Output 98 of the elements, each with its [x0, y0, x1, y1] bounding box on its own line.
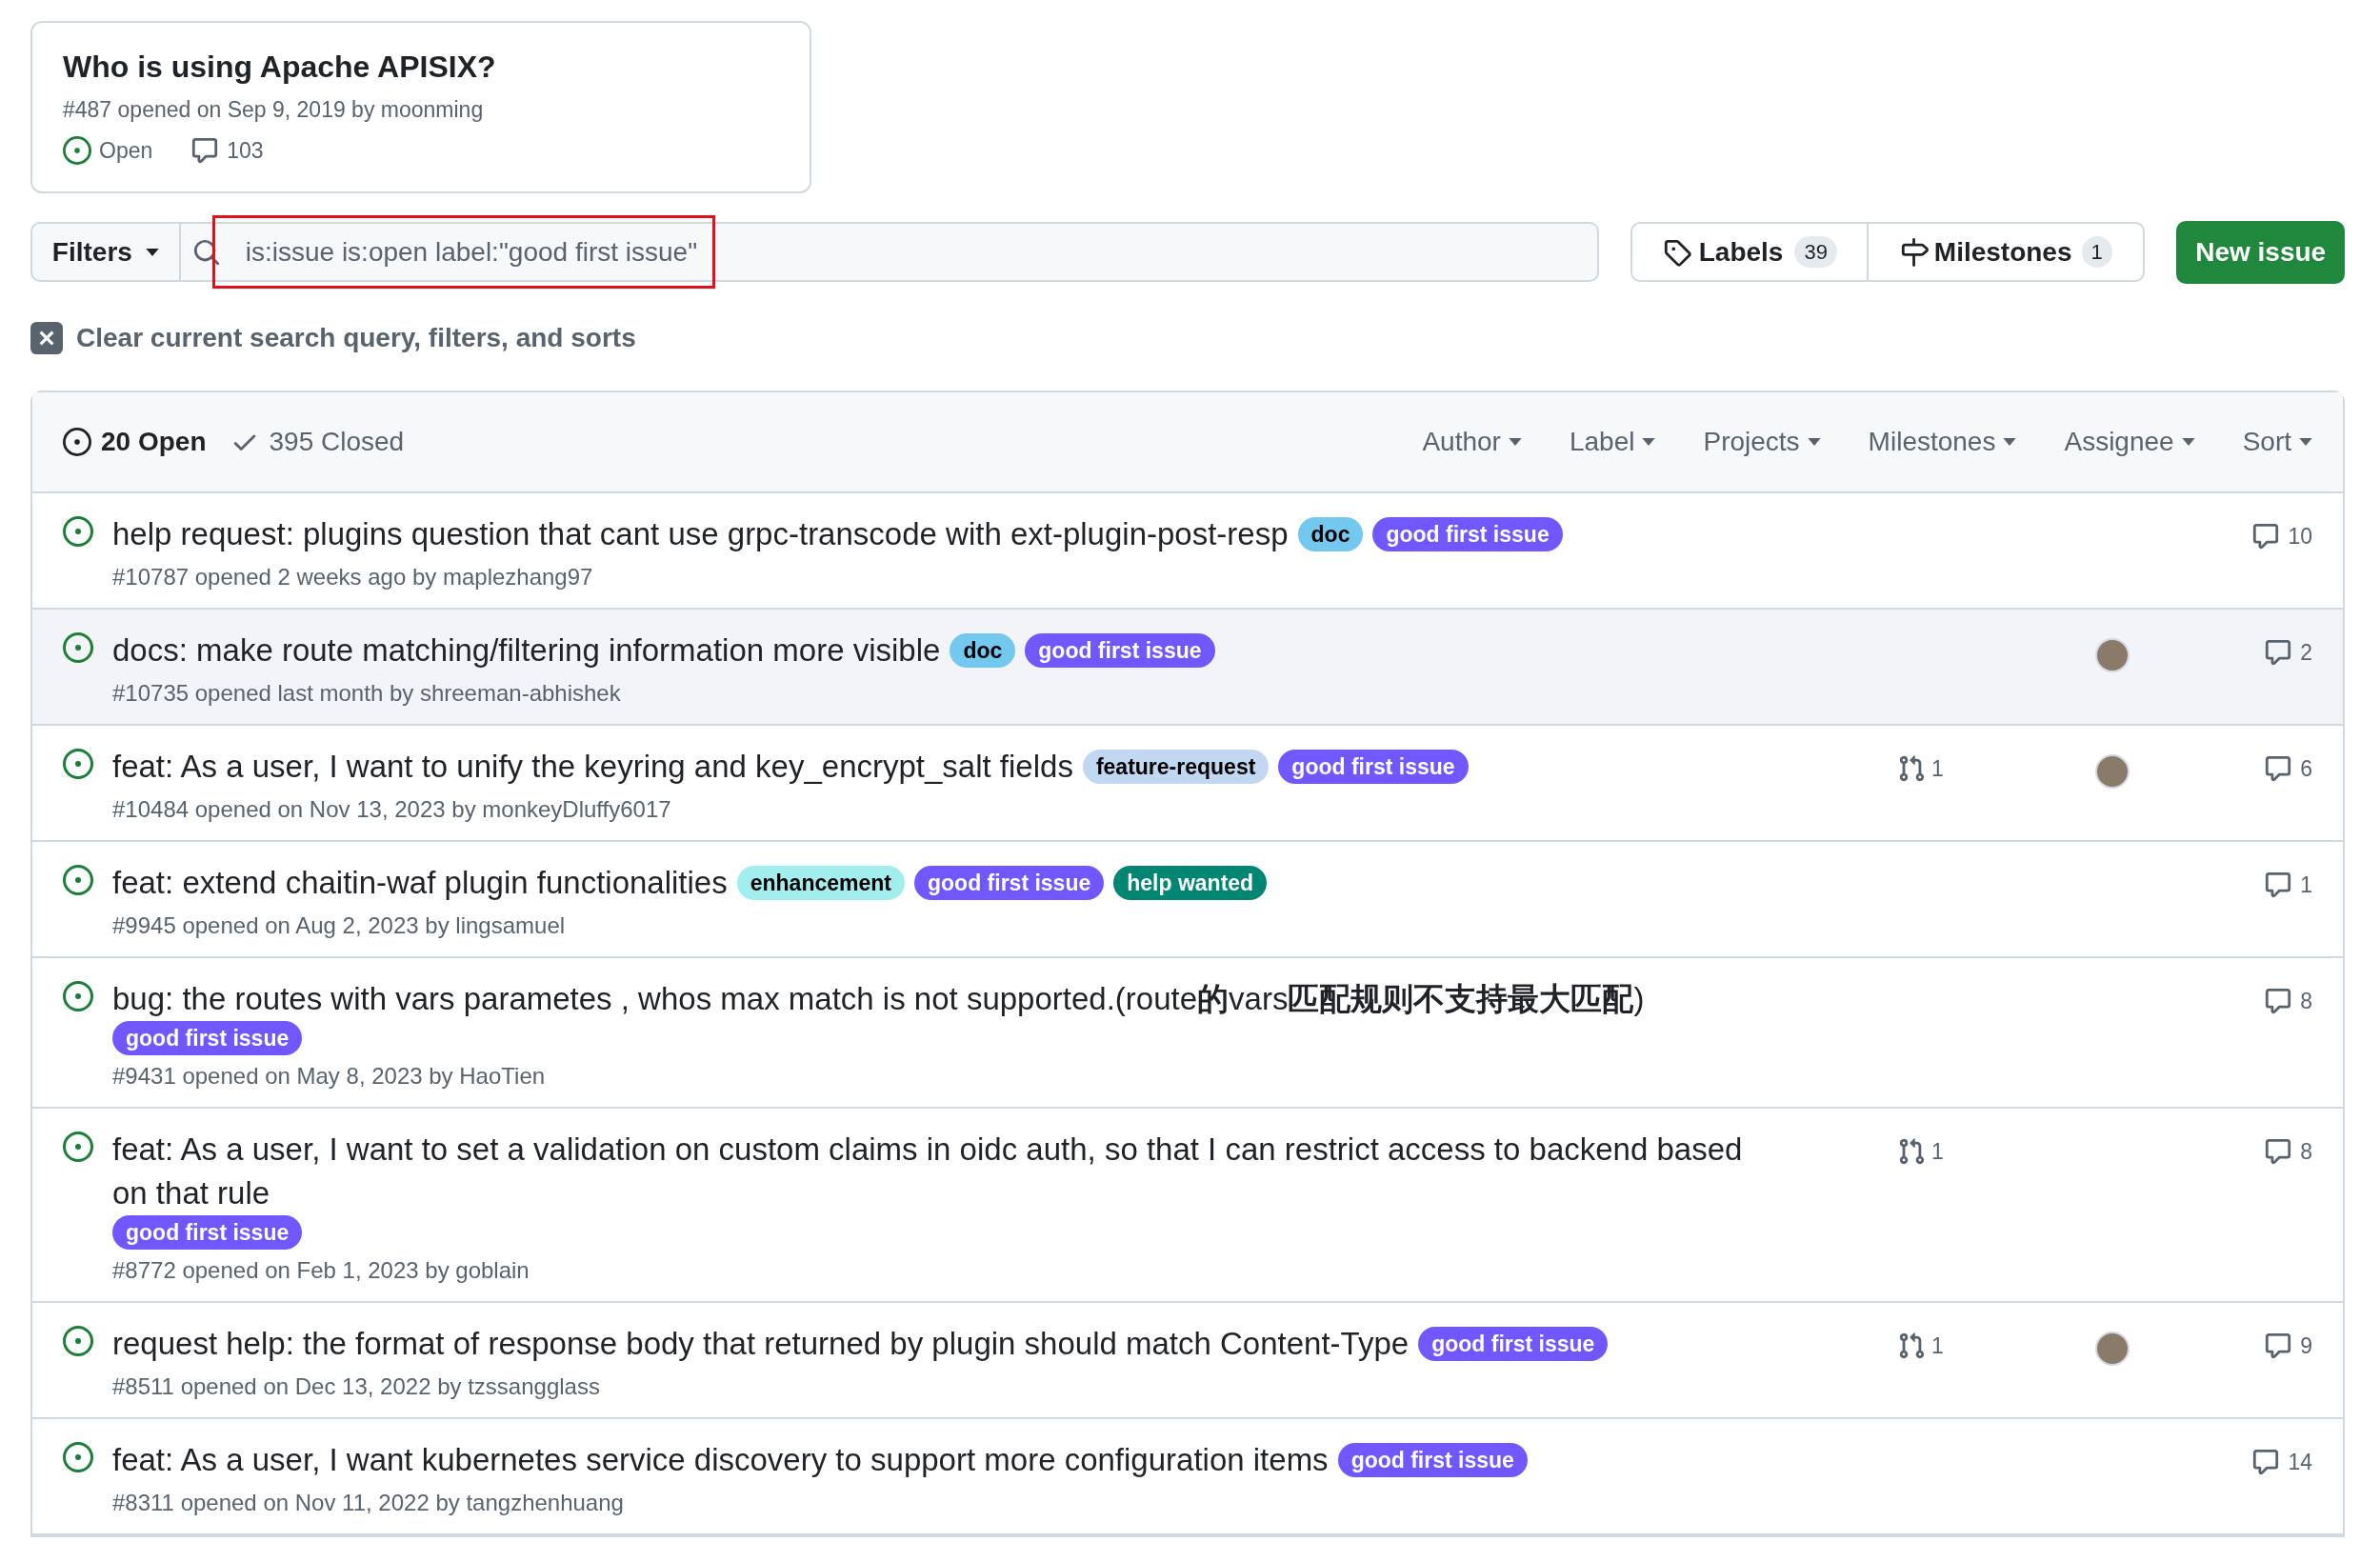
milestones-button[interactable]: Milestones 1 [1869, 224, 2144, 280]
caret-icon [1642, 438, 1656, 446]
comment-count: 1 [2300, 871, 2312, 899]
issue-meta: #8311 opened on Nov 11, 2022 by tangzhenhuang [112, 1489, 625, 1517]
issue-label[interactable]: doc [950, 633, 1016, 668]
open-issue-icon [63, 981, 93, 1011]
open-issue-icon [63, 749, 93, 779]
search-field[interactable]: is:issue is:open label:"good first issue" [180, 222, 1600, 282]
issue-meta: #487 opened on Sep 9, 2019 by moonming [63, 96, 485, 124]
avatar[interactable] [2095, 754, 2130, 789]
issue-title[interactable]: Who is using Apache APISIX? [63, 48, 779, 86]
issue-meta: #8511 opened on Dec 13, 2022 by tzssangglass [112, 1372, 601, 1401]
labels-button[interactable]: Labels 39 [1632, 224, 1870, 280]
issue-title[interactable]: feat: As a user, I want kubernetes service discovery to support more configuration items [112, 1438, 1329, 1482]
comment-count: 9 [2300, 1332, 2312, 1360]
comment-icon [2264, 1332, 2293, 1361]
issue-label[interactable]: good first issue [112, 1215, 303, 1250]
issue-state: Open [99, 136, 153, 165]
comment-icon [2264, 1137, 2293, 1167]
issue-title[interactable]: request help: the format of response body that returned by plugin should match Content-Type [112, 1322, 1410, 1366]
state-tab[interactable]: 395 Closed [230, 422, 405, 462]
comment-icon [190, 135, 220, 165]
avatar[interactable] [2095, 1332, 2130, 1366]
issue-title[interactable]: bug: the routes with vars parametes , whos max match is not supported.(route的vars匹配规则不支持最大匹配) [112, 977, 1645, 1021]
issue-title[interactable]: feat: extend chaitin-waf plugin functionalities [112, 861, 728, 905]
comment-icon [2264, 754, 2293, 784]
open-issue-icon [63, 1442, 93, 1472]
issue-meta: #9431 opened on May 8, 2023 by HaoTien [112, 1062, 547, 1091]
caret-icon [145, 248, 159, 256]
caret-icon [2299, 438, 2312, 446]
open-issue-icon [63, 516, 93, 547]
issue-row[interactable]: docs: make route matching/filtering information more visible doc good first issue #10735 opened last month by shreeman-abhishek 2 [32, 610, 2343, 726]
open-issue-icon [63, 1131, 93, 1162]
issue-label[interactable]: good first issue [914, 866, 1105, 900]
linked-pr-count: 1 [1931, 1332, 1944, 1360]
issue-label[interactable]: feature-request [1082, 750, 1270, 784]
filter-dropdown[interactable]: Projects [1703, 422, 1821, 462]
caret-icon [1508, 438, 1522, 446]
open-issue-icon [63, 428, 91, 456]
comment-icon [2264, 638, 2293, 668]
comment-count: 2 [2300, 639, 2312, 667]
issue-meta: #10787 opened 2 weeks ago by maplezhang97 [112, 563, 594, 591]
issue-meta: #8772 opened on Feb 1, 2023 by goblain [112, 1256, 530, 1285]
issue-title[interactable]: help request: plugins question that cant use grpc-transcode with ext-plugin-post-resp [112, 512, 1289, 556]
pull-request-icon [1897, 1137, 1926, 1167]
open-issue-icon [63, 632, 93, 663]
caret-icon [1807, 438, 1821, 446]
comment-icon [2264, 987, 2293, 1016]
close-icon[interactable] [30, 322, 63, 354]
caret-icon [2181, 438, 2195, 446]
filter-dropdown[interactable]: Assignee [2064, 422, 2195, 462]
linked-pr-count: 1 [1931, 755, 1944, 783]
pull-request-icon [1897, 754, 1926, 784]
comment-icon [2264, 871, 2293, 900]
issue-label[interactable]: doc [1297, 517, 1364, 551]
linked-pr-count: 1 [1931, 1138, 1944, 1166]
open-issue-icon [63, 135, 91, 165]
comment-count: 14 [2288, 1449, 2312, 1476]
count-badge: 39 [1794, 236, 1837, 268]
open-issue-icon [63, 1326, 93, 1356]
comment-count: 6 [2300, 755, 2312, 783]
count-badge: 1 [2081, 236, 2112, 268]
state-tab[interactable]: 20 Open [63, 422, 207, 462]
filter-dropdown[interactable]: Sort [2242, 422, 2312, 462]
issue-label[interactable]: good first issue [1278, 750, 1469, 784]
issue-label[interactable]: good first issue [1337, 1443, 1528, 1477]
issue-meta: #10484 opened on Nov 13, 2023 by monkeyDluffy6017 [112, 795, 672, 824]
issue-label[interactable]: good first issue [1418, 1327, 1609, 1361]
pull-request-icon [1897, 1332, 1926, 1361]
comment-count: 10 [2288, 523, 2312, 551]
caret-icon [2003, 438, 2017, 446]
comment-count: 103 [227, 136, 264, 165]
filters-button[interactable]: Filters [30, 222, 181, 282]
filter-dropdown[interactable]: Milestones [1868, 422, 2017, 462]
issue-label[interactable]: help wanted [1113, 866, 1268, 900]
new-issue-button[interactable]: New issue [2176, 220, 2345, 284]
issue-meta: #9945 opened on Aug 2, 2023 by lingsamuel [112, 911, 567, 940]
comment-count: 8 [2300, 988, 2312, 1015]
issue-label[interactable]: enhancement [736, 866, 905, 900]
issue-label[interactable]: good first issue [1025, 633, 1215, 668]
comment-icon [2251, 1448, 2281, 1477]
issue-meta: #10735 opened last month by shreeman-abhishek [112, 679, 622, 708]
issue-label[interactable]: good first issue [112, 1021, 303, 1055]
issue-title[interactable]: feat: As a user, I want to set a validation on custom claims in oidc auth, so that I can restrict access to backend based on that rule [112, 1128, 1770, 1215]
comment-count: 8 [2300, 1138, 2312, 1166]
signpost-icon [1899, 237, 1929, 267]
clear-filters-link[interactable]: Clear current search query, filters, and sorts [76, 318, 636, 358]
open-issue-icon [63, 865, 93, 895]
issue-title[interactable]: docs: make route matching/filtering information more visible [112, 629, 941, 672]
tag-icon [1662, 237, 1691, 267]
comment-icon [2251, 522, 2281, 551]
issue-title[interactable]: feat: As a user, I want to unify the keyring and key_encrypt_salt fields [112, 745, 1073, 789]
avatar[interactable] [2095, 638, 2130, 672]
filter-dropdown[interactable]: Author [1422, 422, 1522, 462]
search-icon [191, 237, 221, 267]
filter-dropdown[interactable]: Label [1569, 422, 1656, 462]
issue-label[interactable]: good first issue [1372, 517, 1563, 551]
search-query: is:issue is:open label:"good first issue" [245, 235, 698, 269]
